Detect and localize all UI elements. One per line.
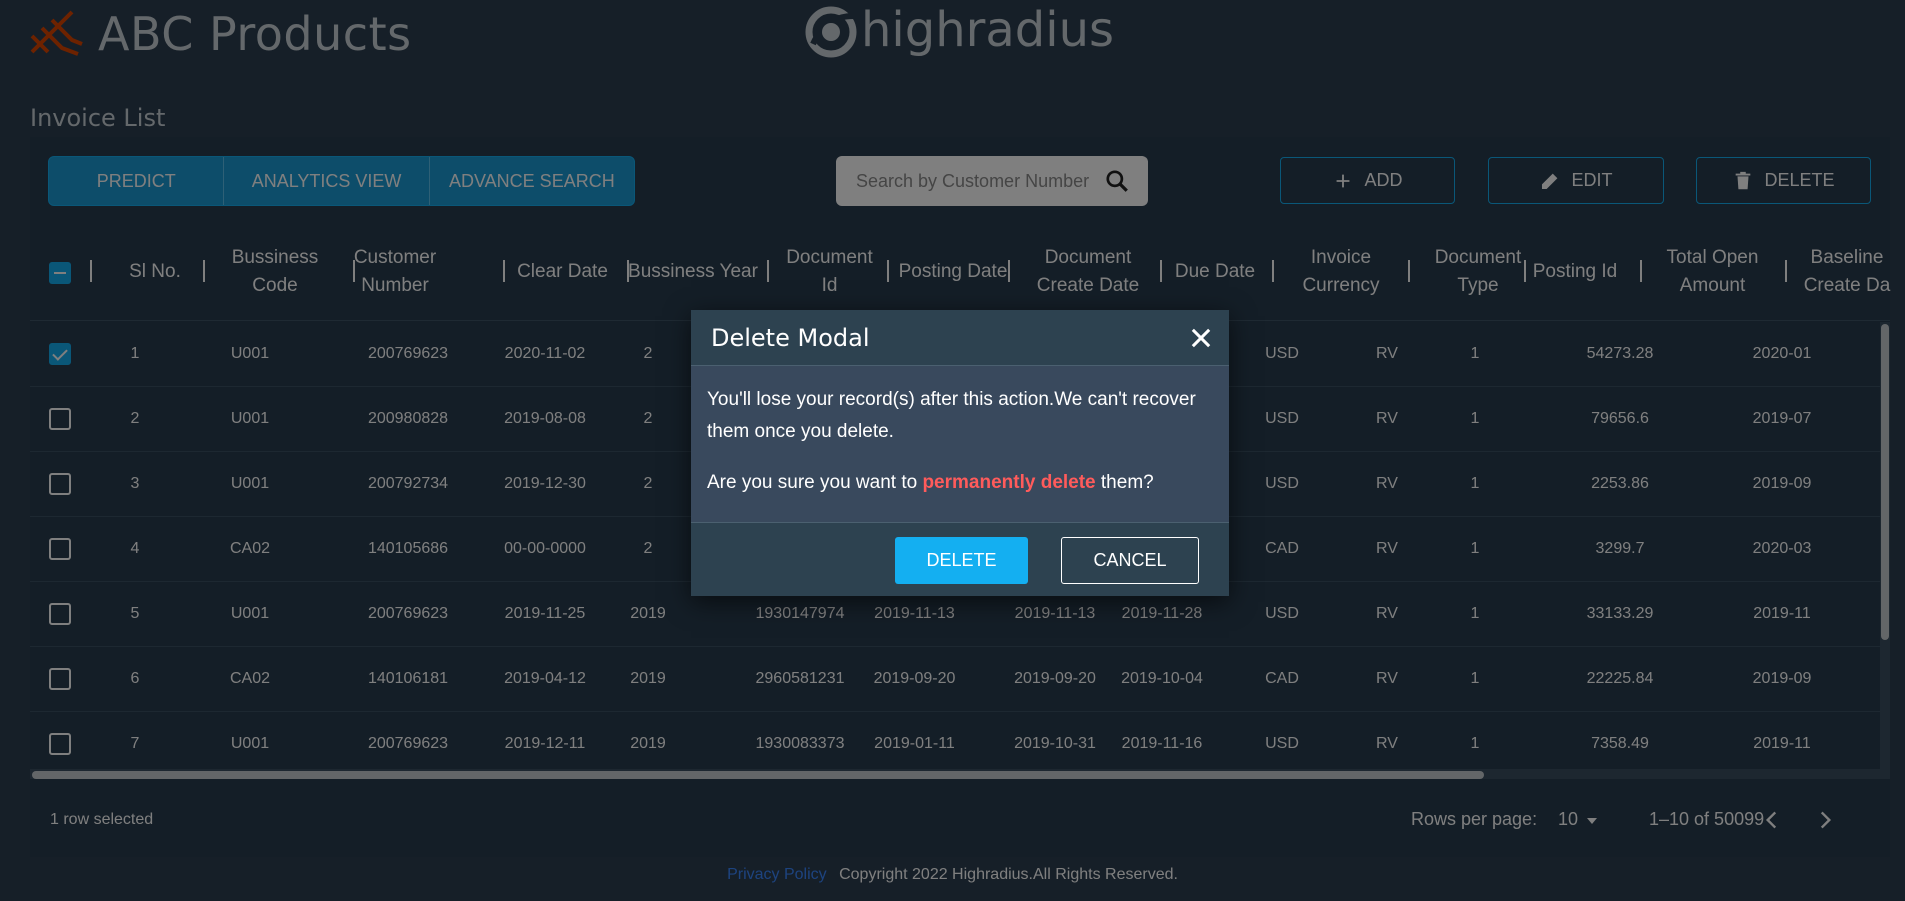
cancel-button[interactable]: CANCEL: [1061, 537, 1199, 584]
modal-title: Delete Modal: [711, 323, 870, 352]
modal-body: You'll lose your record(s) after this ac…: [691, 366, 1229, 522]
modal-header: Delete Modal: [691, 310, 1229, 366]
confirm-emphasis: permanently delete: [922, 472, 1096, 493]
modal-confirm-text: Are you sure you want to permanently del…: [707, 467, 1213, 499]
confirm-delete-button[interactable]: DELETE: [895, 537, 1028, 584]
delete-modal: Delete Modal You'll lose your record(s) …: [691, 310, 1229, 596]
confirm-suffix: them?: [1095, 472, 1154, 493]
modal-footer: DELETE CANCEL: [691, 522, 1229, 596]
modal-warning-text: You'll lose your record(s) after this ac…: [707, 389, 1196, 442]
confirm-prefix: Are you sure you want to: [707, 472, 923, 493]
close-icon[interactable]: [1187, 324, 1215, 352]
